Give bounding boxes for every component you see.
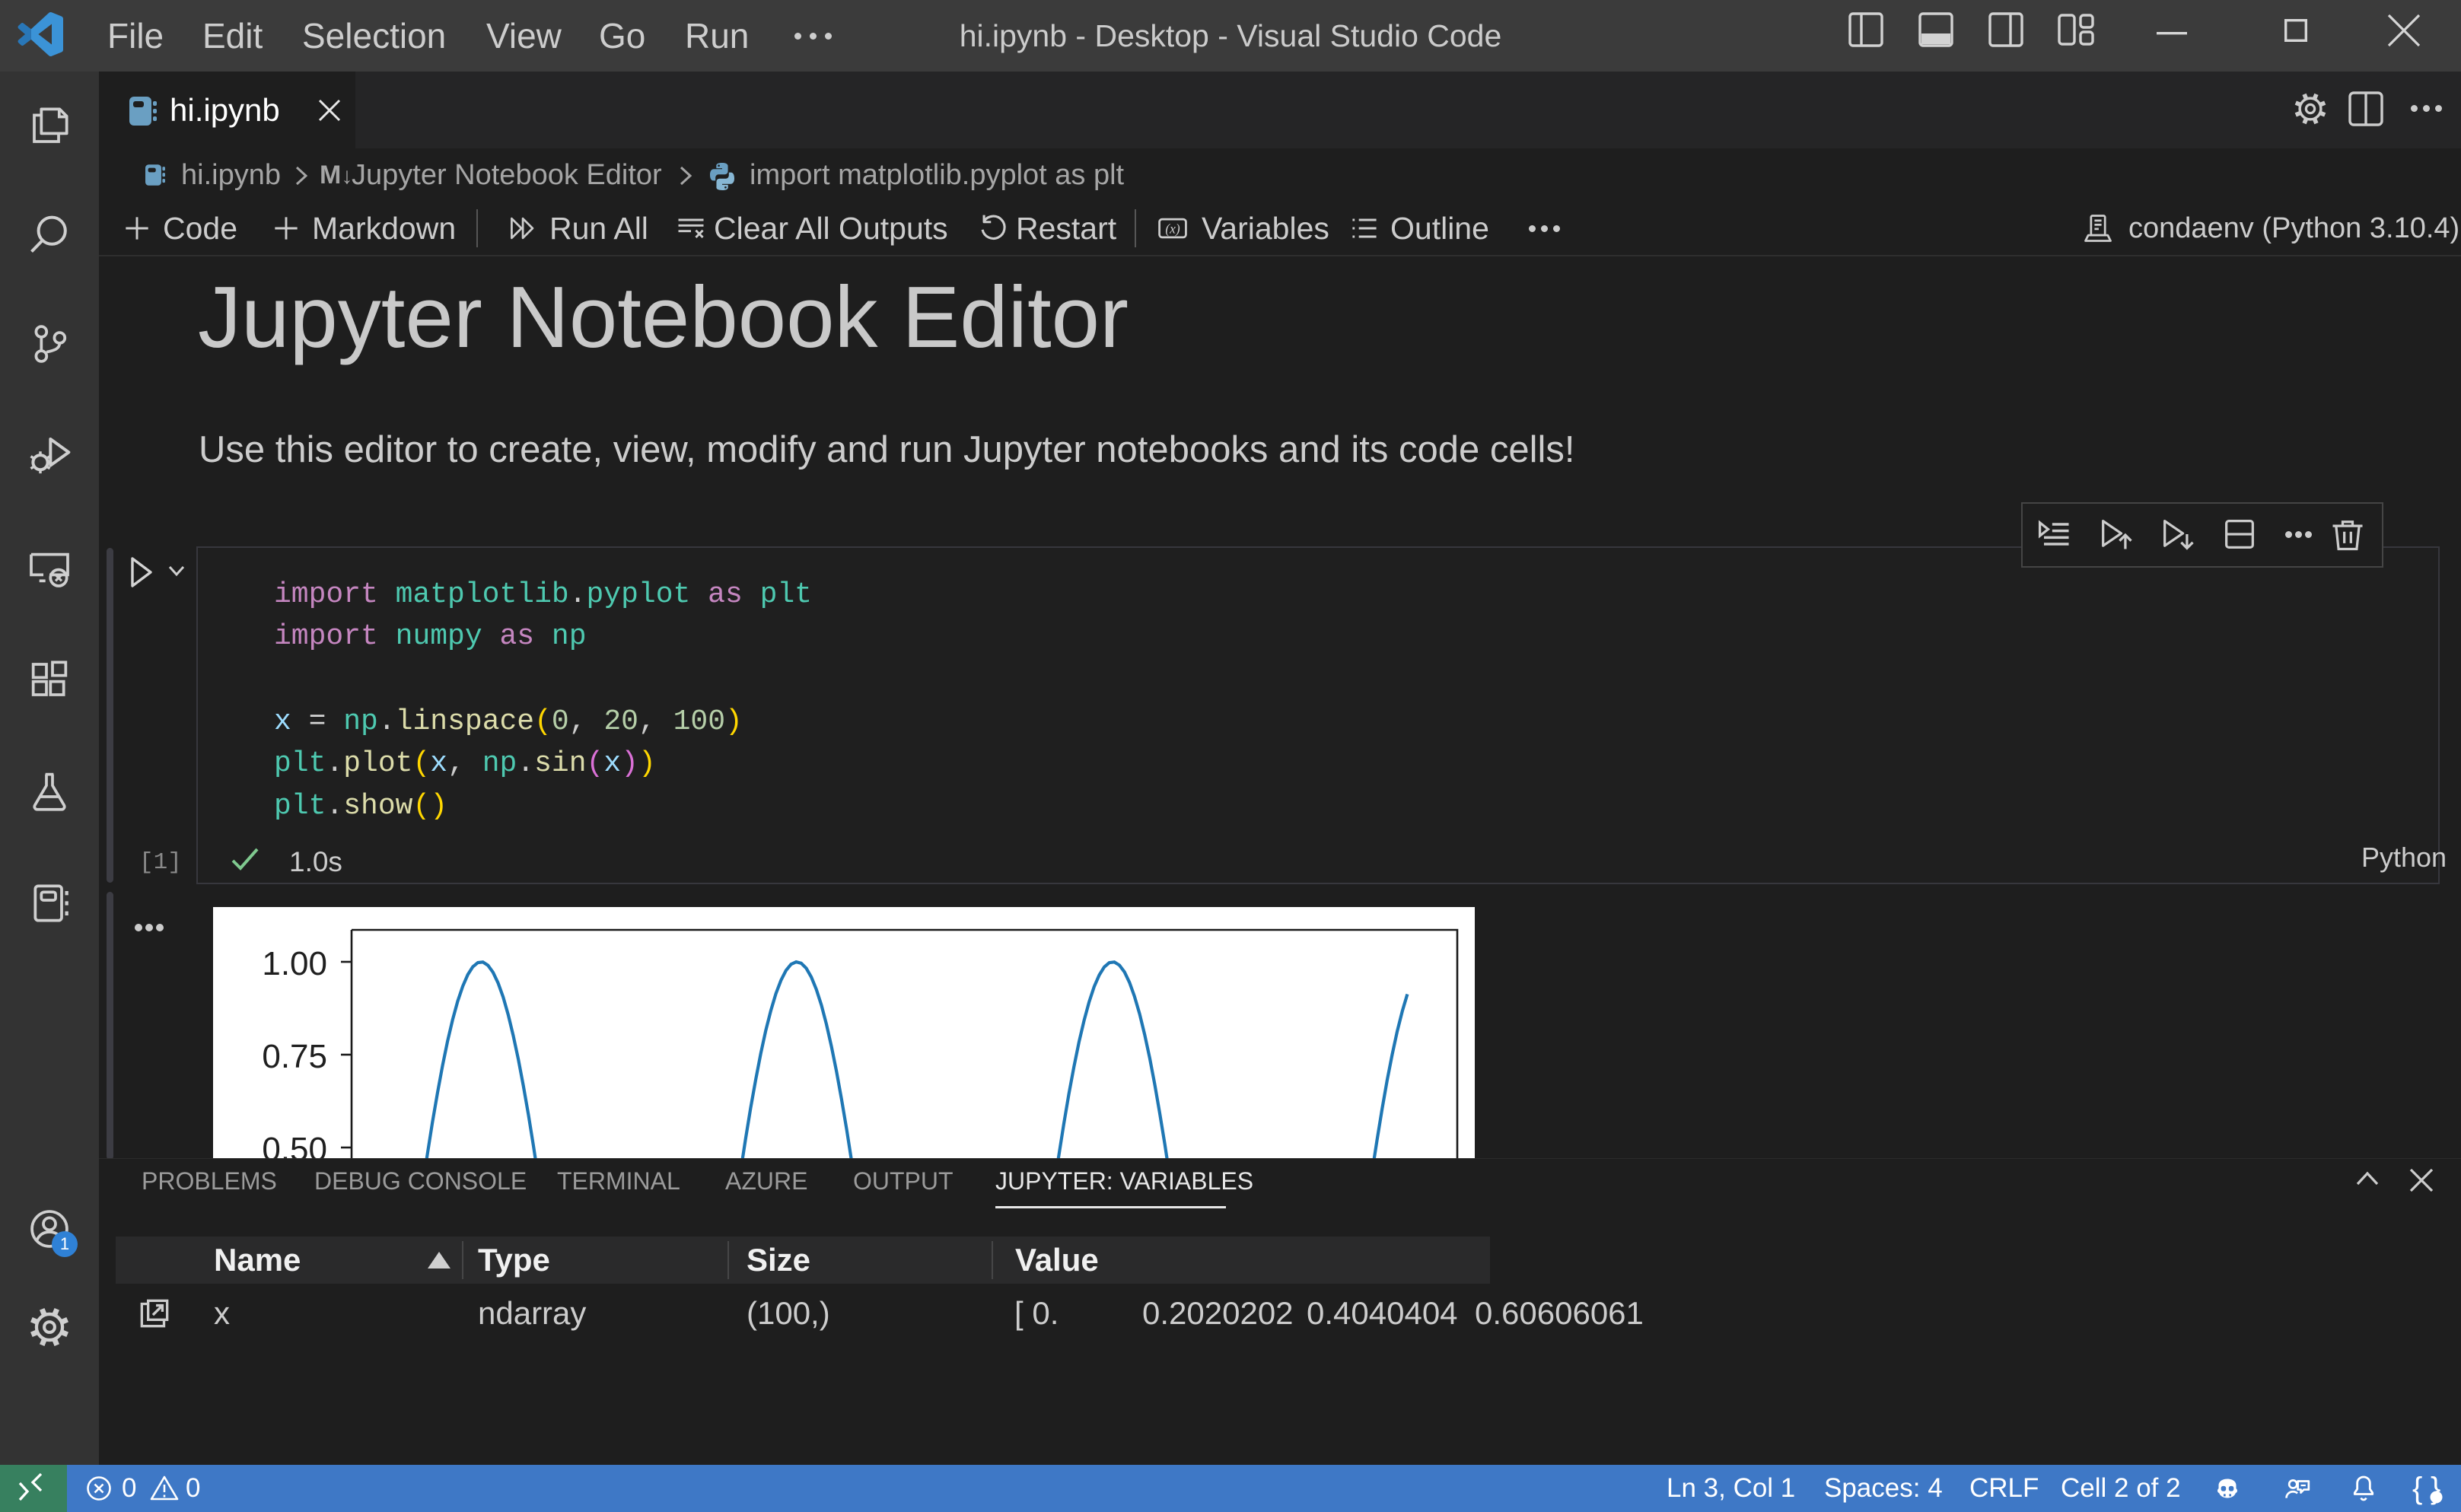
svg-text:(x): (x) <box>1165 221 1180 237</box>
svg-text:1.00: 1.00 <box>262 945 327 982</box>
svg-text:1: 1 <box>60 1234 69 1253</box>
svg-text:0.75: 0.75 <box>262 1038 327 1075</box>
